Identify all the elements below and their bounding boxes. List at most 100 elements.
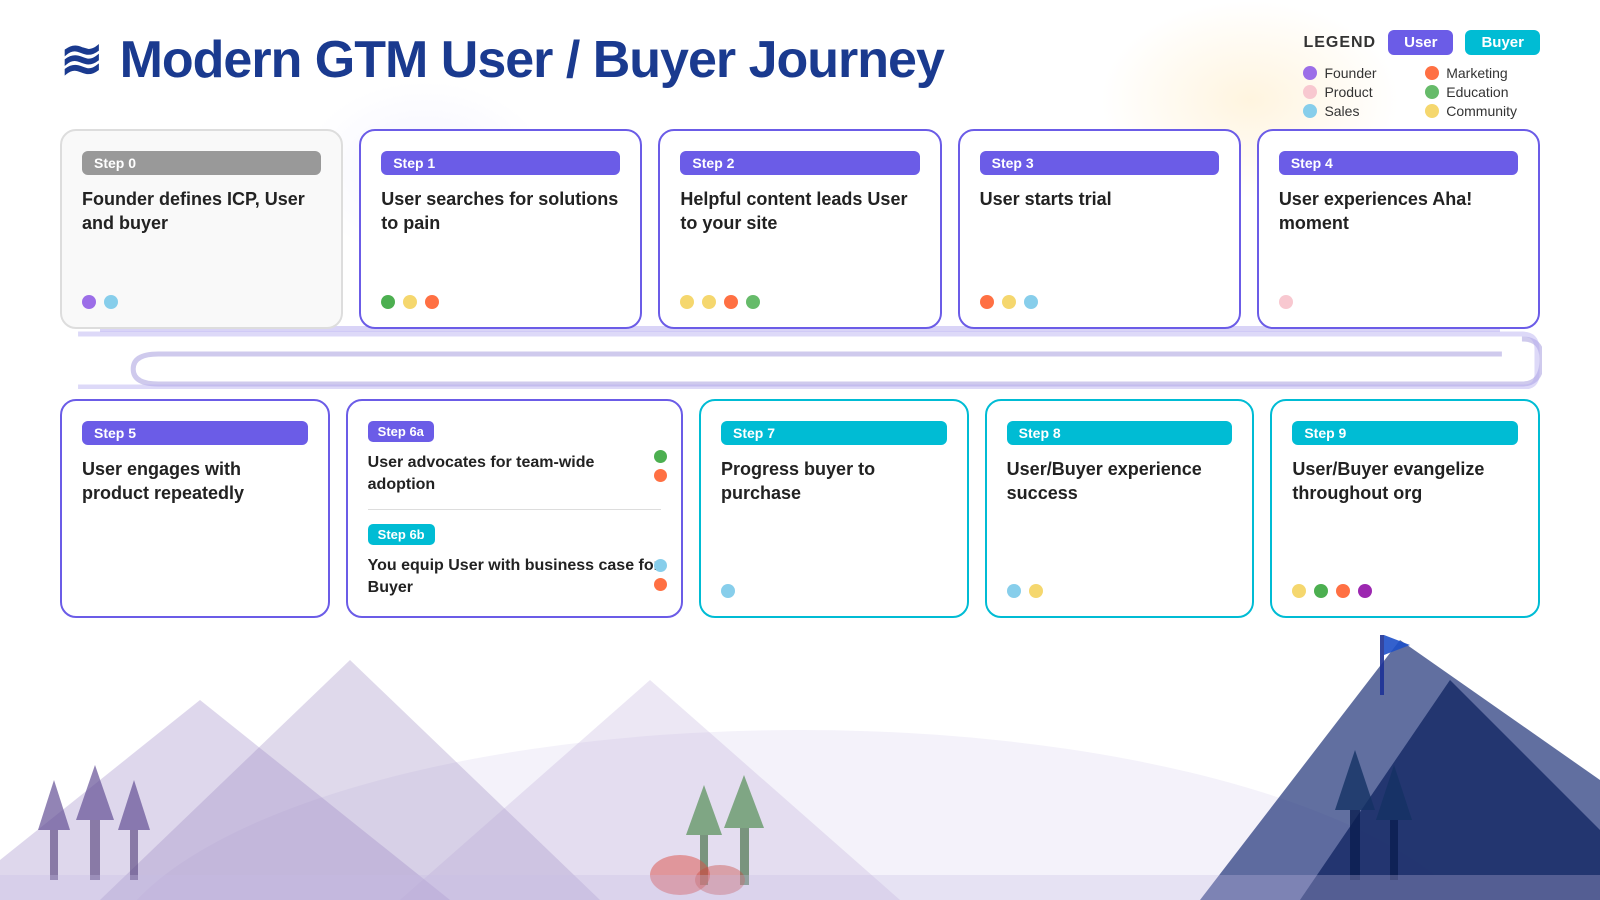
step-5-description: User engages with product repeatedly [82, 457, 308, 584]
step-4-dots [1279, 295, 1518, 309]
step-6b-badge: Step 6b [368, 524, 435, 545]
step-1-dot-3 [425, 295, 439, 309]
step-2-dot-3 [724, 295, 738, 309]
step-0-dots [82, 295, 321, 309]
step-6a-dots-right [654, 450, 667, 482]
legend-area: LEGEND User Buyer Founder Marketing Prod… [1303, 30, 1540, 119]
step-3-dots [980, 295, 1219, 309]
step-2-dot-1 [680, 295, 694, 309]
step-1-description: User searches for solutions to pain [381, 187, 620, 281]
legend-badge-user: User [1388, 30, 1453, 55]
step-0-dot-1 [82, 295, 96, 309]
step-6b-dot-1 [654, 559, 667, 572]
step-1-dots [381, 295, 620, 309]
step-8-dot-2 [1029, 584, 1043, 598]
step-8-card: Step 8 User/Buyer experience success [985, 399, 1255, 618]
step-6b-dots-right [654, 559, 667, 591]
step-7-card: Step 7 Progress buyer to purchase [699, 399, 969, 618]
step-8-badge: Step 8 [1007, 421, 1233, 445]
step-6a-badge: Step 6a [368, 421, 434, 442]
legend-item-education: Education [1425, 84, 1517, 100]
step-3-dot-3 [1024, 295, 1038, 309]
step-0-description: Founder defines ICP, User and buyer [82, 187, 321, 281]
step-1-badge: Step 1 [381, 151, 620, 175]
legend-items: Founder Marketing Product Education Sale… [1303, 65, 1517, 119]
step-2-dots [680, 295, 919, 309]
education-label: Education [1446, 84, 1508, 100]
step-6a-dot-1 [654, 450, 667, 463]
step-3-dot-1 [980, 295, 994, 309]
step-6b-dot-2 [654, 578, 667, 591]
step-4-badge: Step 4 [1279, 151, 1518, 175]
step-9-dots [1292, 584, 1518, 598]
step-9-dot-3 [1336, 584, 1350, 598]
step-3-dot-2 [1002, 295, 1016, 309]
top-row: Step 0 Founder defines ICP, User and buy… [50, 129, 1550, 329]
step-5-card: Step 5 User engages with product repeate… [60, 399, 330, 618]
step-0-badge: Step 0 [82, 151, 321, 175]
step-6a-dot-2 [654, 469, 667, 482]
main-title: Modern GTM User / Buyer Journey [120, 30, 944, 90]
legend-title: LEGEND [1303, 34, 1376, 52]
step-2-badge: Step 2 [680, 151, 919, 175]
legend-item-marketing: Marketing [1425, 65, 1517, 81]
step-3-badge: Step 3 [980, 151, 1219, 175]
step-2-dot-4 [746, 295, 760, 309]
step-3-card: Step 3 User starts trial [958, 129, 1241, 329]
step-7-dots [721, 584, 947, 598]
step-1-dot-2 [403, 295, 417, 309]
snake-connector [58, 329, 1542, 389]
legend-badge-buyer: Buyer [1465, 30, 1540, 55]
step-9-dot-4 [1358, 584, 1372, 598]
step-2-description: Helpful content leads User to your site [680, 187, 919, 281]
marketing-label: Marketing [1446, 65, 1507, 81]
step-4-description: User experiences Aha! moment [1279, 187, 1518, 281]
step-3-description: User starts trial [980, 187, 1219, 281]
step-6-divider [368, 509, 661, 510]
legend-item-founder: Founder [1303, 65, 1395, 81]
step-6a-description: User advocates for team-wide adoption [368, 452, 661, 495]
step-6-card: Step 6a User advocates for team-wide ado… [346, 399, 683, 618]
step-0-card: Step 0 Founder defines ICP, User and buy… [60, 129, 343, 329]
step-9-description: User/Buyer evangelize throughout org [1292, 457, 1518, 570]
landscape-decoration [0, 580, 1600, 900]
step-9-dot-1 [1292, 584, 1306, 598]
step-7-badge: Step 7 [721, 421, 947, 445]
step-9-card: Step 9 User/Buyer evangelize throughout … [1270, 399, 1540, 618]
step-2-dot-2 [702, 295, 716, 309]
step-4-dot-1 [1279, 295, 1293, 309]
legend-item-product: Product [1303, 84, 1395, 100]
step-7-dot-1 [721, 584, 735, 598]
header: ≋ Modern GTM User / Buyer Journey LEGEND… [0, 0, 1600, 129]
product-dot [1303, 85, 1317, 99]
step-4-card: Step 4 User experiences Aha! moment [1257, 129, 1540, 329]
sales-dot [1303, 104, 1317, 118]
step-9-dot-2 [1314, 584, 1328, 598]
bottom-row: Step 5 User engages with product repeate… [50, 399, 1550, 618]
product-label: Product [1324, 84, 1372, 100]
founder-label: Founder [1324, 65, 1376, 81]
main-content: Step 0 Founder defines ICP, User and buy… [0, 129, 1600, 618]
community-label: Community [1446, 103, 1517, 119]
step-1-dot-1 [381, 295, 395, 309]
education-dot [1425, 85, 1439, 99]
logo-icon: ≋ [60, 34, 104, 86]
step-6b-section: Step 6b You equip User with business cas… [368, 524, 661, 598]
step-7-description: Progress buyer to purchase [721, 457, 947, 570]
step-0-dot-2 [104, 295, 118, 309]
step-8-dots [1007, 584, 1233, 598]
step-2-card: Step 2 Helpful content leads User to you… [658, 129, 941, 329]
step-1-card: Step 1 User searches for solutions to pa… [359, 129, 642, 329]
step-8-dot-1 [1007, 584, 1021, 598]
step-6a-section: Step 6a User advocates for team-wide ado… [368, 421, 661, 495]
legend-header: LEGEND User Buyer [1303, 30, 1540, 55]
founder-dot [1303, 66, 1317, 80]
legend-item-sales: Sales [1303, 103, 1395, 119]
step-8-description: User/Buyer experience success [1007, 457, 1233, 570]
step-9-badge: Step 9 [1292, 421, 1518, 445]
step-6b-description: You equip User with business case for Bu… [368, 555, 661, 598]
title-area: ≋ Modern GTM User / Buyer Journey [60, 30, 944, 90]
community-dot [1425, 104, 1439, 118]
marketing-dot [1425, 66, 1439, 80]
step-5-badge: Step 5 [82, 421, 308, 445]
